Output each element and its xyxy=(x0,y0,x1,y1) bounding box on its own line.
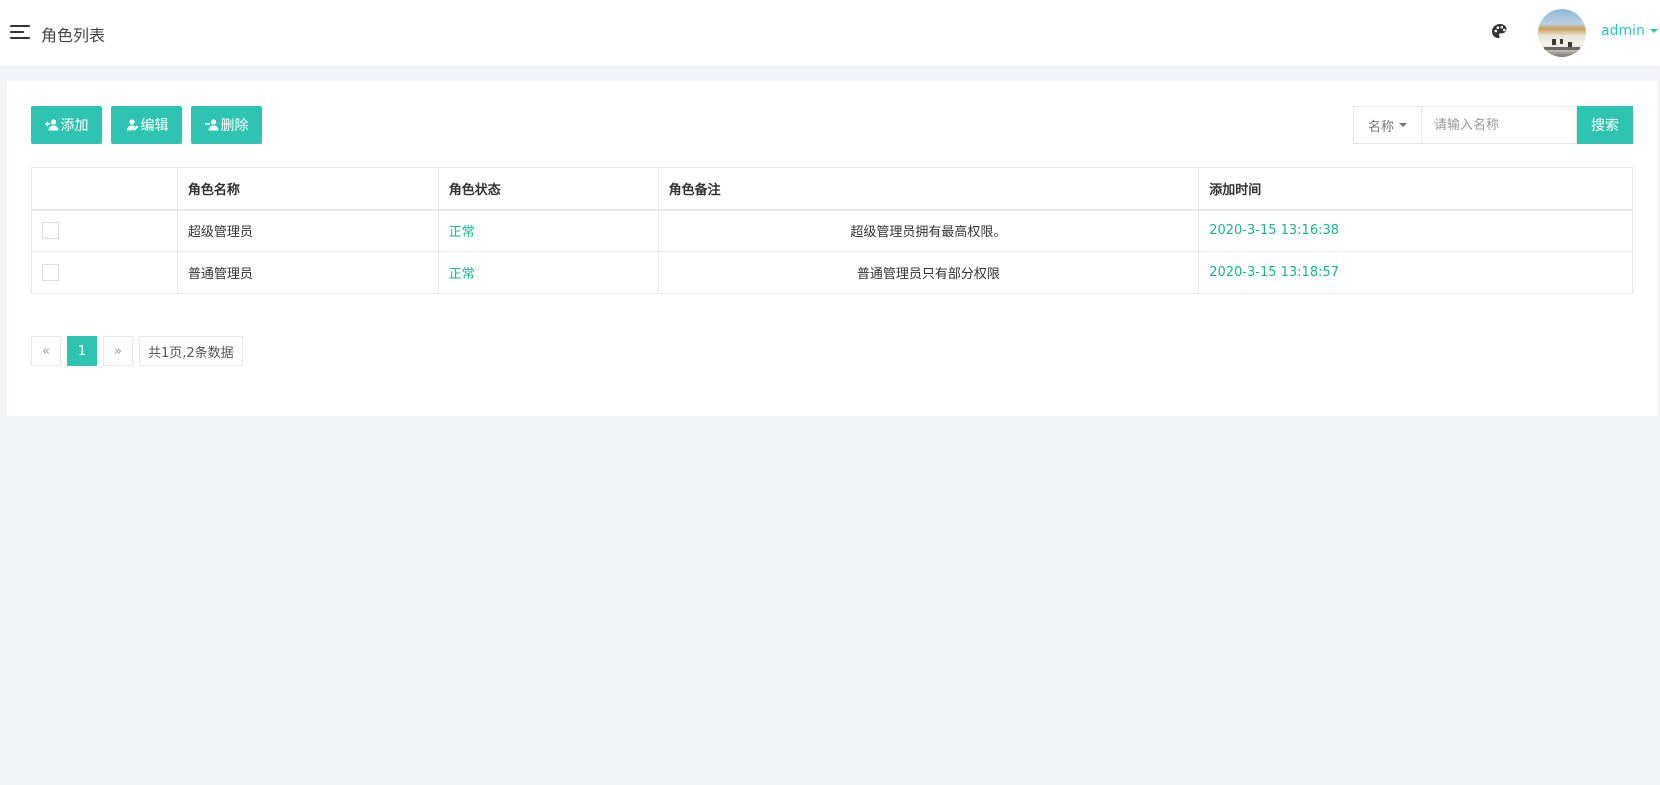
page-title: 角色列表 xyxy=(41,26,106,45)
column-header-name[interactable]: 角色名称 xyxy=(176,167,439,211)
search-group: 名称 搜索 xyxy=(1353,106,1633,144)
user-edit-icon xyxy=(126,119,138,131)
row-select-cell xyxy=(31,209,178,252)
role-name-cell: 超级管理员 xyxy=(176,209,439,252)
hamburger-menu-icon[interactable] xyxy=(10,23,30,41)
search-input[interactable] xyxy=(1421,106,1577,144)
delete-button-label: 删除 xyxy=(220,118,249,134)
role-time-cell: 2020-3-15 13:16:38 xyxy=(1198,209,1633,252)
table-row[interactable]: 超级管理员 正常 超级管理员拥有最高权限。 2020-3-15 13:16:38 xyxy=(31,209,1633,252)
role-remark-cell: 普通管理员只有部分权限 xyxy=(657,251,1200,294)
delete-button[interactable]: 删除 xyxy=(191,106,262,144)
column-header-select xyxy=(31,167,178,211)
edit-button-label: 编辑 xyxy=(140,118,169,134)
user-plus-icon xyxy=(44,119,58,131)
role-remark-cell: 超级管理员拥有最高权限。 xyxy=(657,209,1200,252)
prev-page-button[interactable]: « xyxy=(31,336,61,366)
add-button-label: 添加 xyxy=(60,118,89,134)
avatar[interactable] xyxy=(1538,9,1586,57)
role-status-cell: 正常 xyxy=(437,251,659,294)
row-select-cell xyxy=(31,251,178,294)
pagination-summary: 共1页,2条数据 xyxy=(139,336,243,366)
chevron-down-icon xyxy=(1399,123,1407,127)
content-panel: 添加 编辑 删除 名称 搜索 xyxy=(7,81,1657,416)
chevron-down-icon xyxy=(1649,29,1658,33)
palette-icon[interactable] xyxy=(1490,22,1510,42)
row-checkbox[interactable] xyxy=(42,222,59,240)
search-field-dropdown[interactable]: 名称 xyxy=(1353,106,1421,144)
search-field-label: 名称 xyxy=(1367,119,1394,135)
role-status-cell: 正常 xyxy=(437,209,659,252)
table-row[interactable]: 普通管理员 正常 普通管理员只有部分权限 2020-3-15 13:18:57 xyxy=(31,251,1633,294)
next-page-button[interactable]: » xyxy=(103,336,133,366)
top-header: 角色列表 admin xyxy=(0,0,1660,66)
roles-table: 角色名称 角色状态 角色备注 添加时间 超级管理员 正常 超级管理员拥有最高权限… xyxy=(31,167,1633,294)
column-header-remark[interactable]: 角色备注 xyxy=(657,167,1200,211)
pagination: « 1 » 共1页,2条数据 xyxy=(31,336,243,366)
column-header-status[interactable]: 角色状态 xyxy=(437,167,659,211)
role-name-cell: 普通管理员 xyxy=(176,251,439,294)
row-checkbox[interactable] xyxy=(42,264,59,281)
user-menu[interactable]: admin xyxy=(1601,23,1658,39)
add-button[interactable]: 添加 xyxy=(31,106,102,144)
table-header-row: 角色名称 角色状态 角色备注 添加时间 xyxy=(31,167,1633,211)
edit-button[interactable]: 编辑 xyxy=(111,106,182,144)
page-button-current[interactable]: 1 xyxy=(67,336,97,366)
column-header-time[interactable]: 添加时间 xyxy=(1198,167,1633,211)
search-button[interactable]: 搜索 xyxy=(1577,106,1633,144)
user-name-label: admin xyxy=(1601,23,1645,39)
role-time-cell: 2020-3-15 13:18:57 xyxy=(1198,251,1633,294)
user-minus-icon xyxy=(204,119,218,131)
